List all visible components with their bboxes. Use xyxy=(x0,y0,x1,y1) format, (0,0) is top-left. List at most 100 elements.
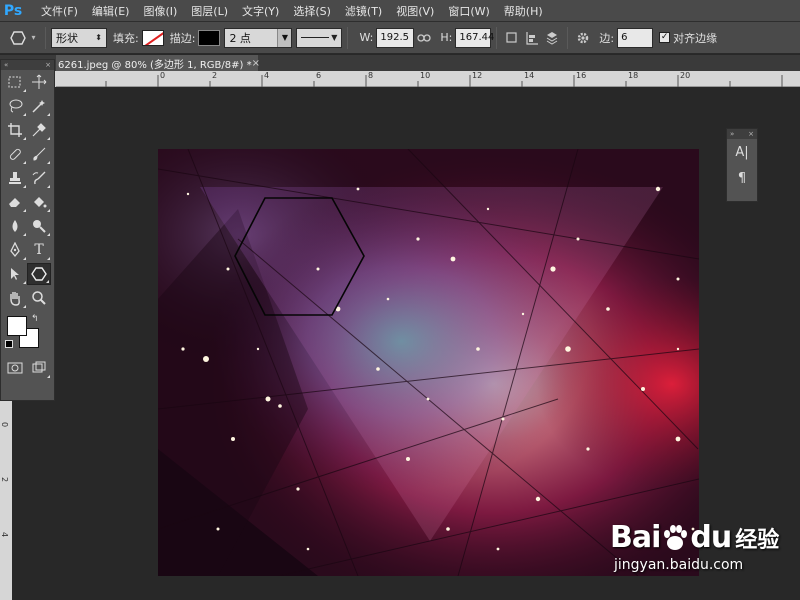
type-tool-glyph: T xyxy=(34,242,44,258)
stroke-width-field[interactable]: 2 点 ▼ xyxy=(224,27,293,48)
hand-tool-icon[interactable] xyxy=(3,287,27,309)
ruler-label: 0 xyxy=(160,71,166,80)
healing-brush-icon[interactable] xyxy=(3,143,27,165)
menu-file[interactable]: 文件(F) xyxy=(34,3,85,19)
stroke-label: 描边: xyxy=(169,31,196,45)
align-edges-checkbox[interactable]: ✓ xyxy=(659,32,671,43)
magic-wand-icon[interactable] xyxy=(27,95,51,117)
ruler-label: 0 xyxy=(0,422,9,428)
hexagon-icon xyxy=(10,30,27,45)
document-tab-bar: 6261.jpeg @ 80% (多边形 1, RGB/8#) * × xyxy=(0,55,800,71)
menu-edit[interactable]: 编辑(E) xyxy=(85,3,137,19)
ruler-label: 2 xyxy=(212,71,218,80)
chevron-down-icon: ▾ xyxy=(31,33,36,42)
quick-mask-icon[interactable] xyxy=(3,357,27,379)
ruler-label: 2 xyxy=(0,477,9,483)
fill-swatch[interactable] xyxy=(141,29,164,46)
color-swatches: ↰ xyxy=(1,310,54,356)
pen-tool-icon[interactable] xyxy=(3,239,27,261)
document-tab[interactable]: 6261.jpeg @ 80% (多边形 1, RGB/8#) * × xyxy=(56,55,260,71)
photoshop-logo: Ps xyxy=(3,2,23,19)
options-bar: ▾ 形状 ⬍ 填充: 描边: 2 点 ▼ ▼ W: 192.5 H: 167.4… xyxy=(0,22,800,54)
tool-mode-dropdown[interactable]: 形状 ⬍ xyxy=(51,27,107,48)
menu-window[interactable]: 窗口(W) xyxy=(441,3,496,19)
stroke-swatch[interactable] xyxy=(198,29,221,46)
ruler-label: 8 xyxy=(368,71,374,80)
tool-preset-picker[interactable]: ▾ xyxy=(6,27,40,49)
default-colors-icon[interactable] xyxy=(5,340,13,348)
divider xyxy=(347,26,349,49)
width-label: W: xyxy=(359,31,374,44)
path-alignment-icon[interactable] xyxy=(522,28,542,48)
align-edges-label: 对齐边缘 xyxy=(673,31,718,45)
width-input[interactable]: 192.5 xyxy=(376,27,415,48)
screen-mode-icon[interactable] xyxy=(27,357,51,379)
document-canvas[interactable] xyxy=(158,149,699,576)
menu-help[interactable]: 帮助(H) xyxy=(497,3,550,19)
polygon-tool-icon[interactable] xyxy=(27,263,51,285)
stroke-width-value: 2 点 xyxy=(229,31,251,45)
dodge-tool-icon[interactable] xyxy=(27,215,51,237)
horizontal-ruler[interactable]: 0 2 4 6 8 10 12 14 16 18 20 xyxy=(56,71,800,87)
menu-layer[interactable]: 图层(L) xyxy=(184,3,235,19)
ruler-label: 18 xyxy=(628,71,639,80)
menu-select[interactable]: 选择(S) xyxy=(286,3,338,19)
ruler-label: 12 xyxy=(472,71,483,80)
ruler-label: 4 xyxy=(0,532,9,538)
brush-tool-icon[interactable] xyxy=(27,143,51,165)
blur-tool-icon[interactable] xyxy=(3,215,27,237)
stroke-type-dropdown[interactable]: ▼ xyxy=(296,27,343,48)
fill-label: 填充: xyxy=(113,31,139,45)
zoom-tool-icon[interactable] xyxy=(27,287,51,309)
panel-dock-header[interactable]: » × xyxy=(727,129,757,139)
path-arrangement-icon[interactable] xyxy=(542,28,562,48)
tools-panel-header[interactable]: « × xyxy=(1,60,54,70)
gear-icon[interactable] xyxy=(573,28,593,48)
close-icon[interactable]: × xyxy=(45,61,51,69)
expand-icon[interactable]: » xyxy=(730,130,734,138)
divider xyxy=(567,26,569,49)
paragraph-panel-icon[interactable]: ¶ xyxy=(727,165,757,191)
ruler-label: 20 xyxy=(680,71,691,80)
eraser-icon[interactable] xyxy=(3,191,27,213)
move-tool-icon[interactable] xyxy=(27,71,51,93)
menu-view[interactable]: 视图(V) xyxy=(389,3,441,19)
menu-image[interactable]: 图像(I) xyxy=(136,3,184,19)
collapse-icon[interactable]: « xyxy=(4,61,8,69)
galaxy-artwork xyxy=(158,149,699,576)
ruler-label: 14 xyxy=(524,71,535,80)
solid-line-icon xyxy=(301,37,330,38)
chevron-down-icon: ▼ xyxy=(331,33,338,42)
close-icon[interactable]: × xyxy=(252,58,260,69)
foreground-color[interactable] xyxy=(7,316,27,336)
menu-bar: Ps 文件(F) 编辑(E) 图像(I) 图层(L) 文字(Y) 选择(S) 滤… xyxy=(0,0,800,22)
height-input[interactable]: 167.44 xyxy=(455,27,494,48)
close-icon[interactable]: × xyxy=(748,130,754,138)
divider xyxy=(45,26,46,49)
type-tool-icon[interactable]: T xyxy=(27,239,51,261)
sides-label: 边: xyxy=(599,31,615,45)
history-brush-icon[interactable] xyxy=(27,167,51,189)
path-operations-icon[interactable] xyxy=(502,28,522,48)
collapsed-panel-dock: » × A| ¶ xyxy=(726,128,758,202)
ruler-label: 4 xyxy=(264,71,270,80)
eyedropper-icon[interactable] xyxy=(27,119,51,141)
path-selection-icon[interactable] xyxy=(3,263,27,285)
crop-tool-icon[interactable] xyxy=(3,119,27,141)
lasso-tool-icon[interactable] xyxy=(3,95,27,117)
height-label: H: xyxy=(440,31,453,44)
ruler-label: 16 xyxy=(576,71,587,80)
sides-input[interactable]: 6 xyxy=(617,27,654,48)
clone-stamp-icon[interactable] xyxy=(3,167,27,189)
paint-bucket-icon[interactable] xyxy=(27,191,51,213)
updown-arrow-icon: ⬍ xyxy=(95,33,102,42)
character-panel-icon[interactable]: A| xyxy=(727,139,757,165)
menu-type[interactable]: 文字(Y) xyxy=(235,3,286,19)
ruler-label: 10 xyxy=(420,71,431,80)
menu-filter[interactable]: 滤镜(T) xyxy=(338,3,389,19)
link-icon[interactable] xyxy=(414,28,434,48)
tools-panel: « × T ↰ xyxy=(0,59,55,401)
chevron-down-icon[interactable]: ▼ xyxy=(277,28,292,47)
swap-colors-icon[interactable]: ↰ xyxy=(31,314,39,324)
marquee-tool-icon[interactable] xyxy=(3,71,27,93)
